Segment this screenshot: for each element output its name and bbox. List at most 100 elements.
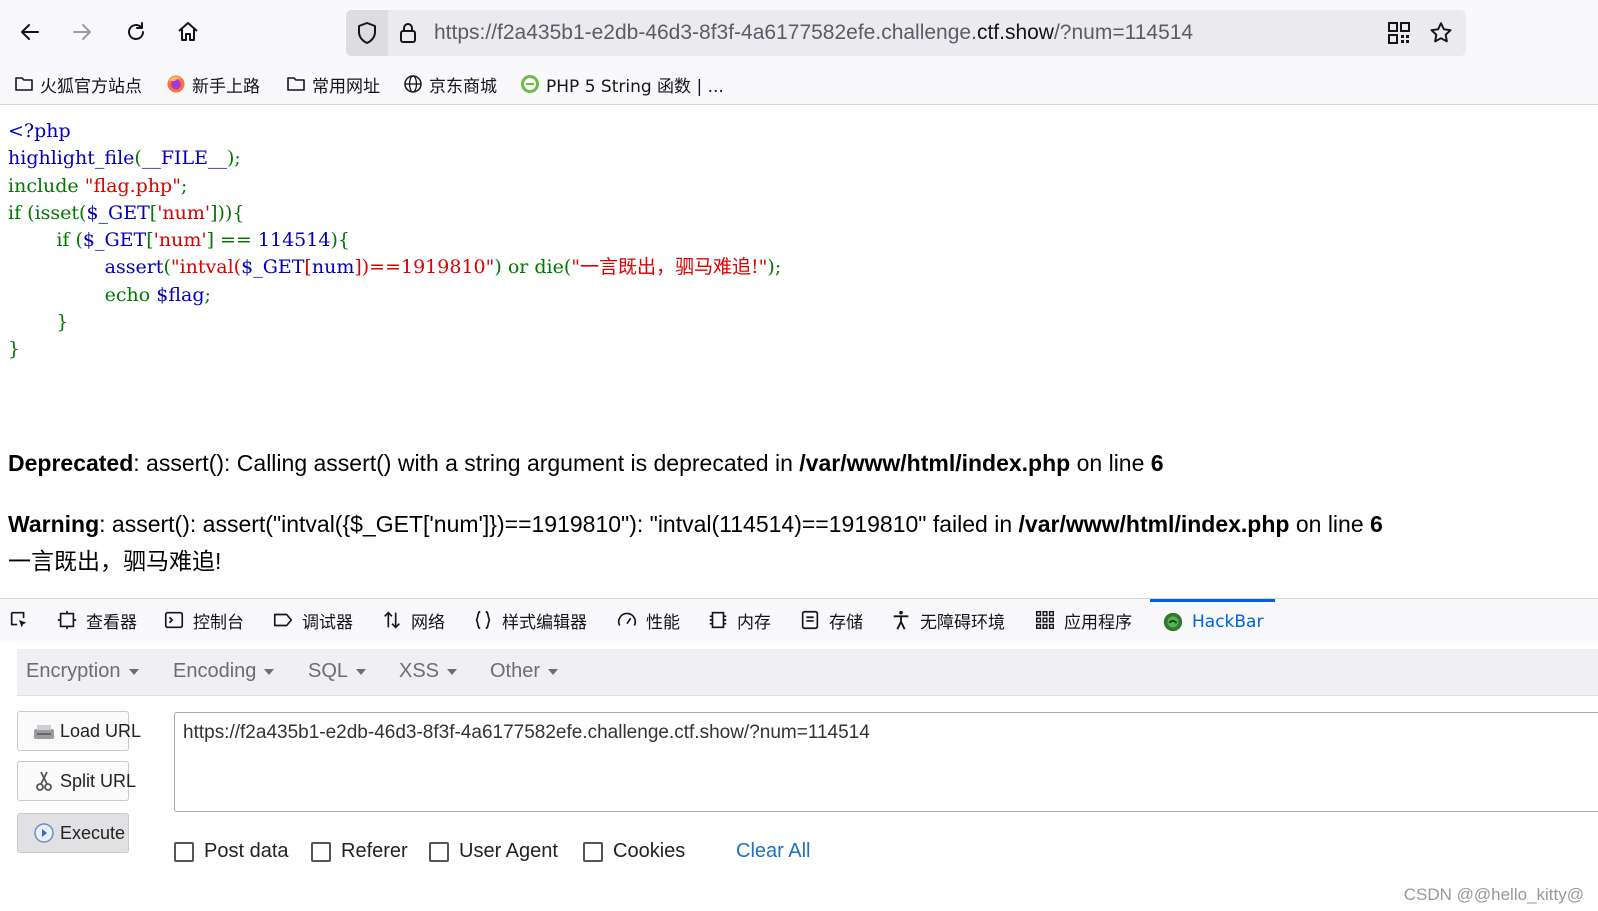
code-token: ( [75, 229, 83, 252]
referer-checkbox[interactable]: Referer [311, 840, 408, 863]
menu-xss[interactable]: XSS [399, 660, 458, 683]
globe-icon [404, 75, 422, 93]
post-data-checkbox[interactable]: Post data [174, 840, 289, 863]
arrow-right-icon [73, 24, 91, 40]
bookmark-item[interactable]: 新手上路 [166, 71, 260, 97]
lock-icon[interactable] [396, 21, 420, 45]
menu-encoding[interactable]: Encoding [173, 660, 275, 683]
deprecated-on-line: on line [1070, 450, 1151, 476]
element-picker-button[interactable] [8, 599, 30, 641]
chevron-down-icon [264, 668, 275, 675]
code-token: $_GET [241, 256, 305, 279]
tab-label: 样式编辑器 [502, 612, 587, 633]
tab-label: 应用程序 [1064, 612, 1132, 633]
tab-performance[interactable]: 性能 [616, 599, 680, 641]
deprecated-text: : assert(): Calling assert() with a stri… [133, 450, 800, 476]
code-token: ( [134, 147, 142, 170]
execute-button[interactable]: Execute [17, 813, 129, 853]
code-token: "intval( [170, 256, 242, 279]
load-url-label: Load URL [60, 720, 142, 741]
tab-label: 网络 [411, 612, 445, 633]
php-site-icon [521, 75, 539, 93]
bookmark-label: 常用网址 [312, 76, 380, 97]
clear-all-button[interactable]: Clear All [736, 840, 810, 863]
reload-button[interactable] [118, 14, 154, 50]
element-picker-icon [10, 611, 27, 628]
code-token: if [8, 229, 76, 252]
code-token: ])==1919810" [354, 256, 495, 279]
code-token: "一言既出，驷马难追!" [571, 256, 768, 279]
code-token: ( [163, 256, 171, 279]
tab-storage[interactable]: 存储 [799, 599, 863, 641]
cookies-checkbox[interactable]: Cookies [583, 840, 685, 863]
bookmark-item[interactable]: 京东商城 [403, 71, 497, 97]
tab-application[interactable]: 应用程序 [1034, 599, 1132, 641]
code-token: } [8, 338, 21, 361]
warning-label: Warning [8, 511, 100, 537]
load-url-button[interactable]: Load URL [17, 711, 141, 751]
qr-code-icon[interactable] [1388, 22, 1410, 44]
deprecated-file: /var/www/html/index.php [799, 450, 1071, 476]
menu-encryption[interactable]: Encryption [26, 660, 139, 683]
code-line: if ($_GET['num'] == 114514){ [8, 227, 781, 254]
hackbar-url-textarea[interactable]: https://f2a435b1-e2db-46d3-8f3f-4a617758… [174, 712, 1598, 812]
tab-label: HackBar [1192, 611, 1264, 632]
code-token: $flag [156, 283, 205, 306]
bookmark-item[interactable]: PHP 5 String 函数 | ... [520, 71, 724, 97]
hackbar-logo-icon [1163, 612, 1183, 631]
deprecated-line-number: 6 [1150, 450, 1164, 476]
code-line: include "flag.php"; [8, 173, 781, 200]
warning-message: Warning: assert(): assert("intval({$_GET… [8, 511, 1383, 538]
tracking-protection-button[interactable] [346, 10, 388, 56]
code-token: die [534, 256, 564, 279]
hackbar-menu: Encryption Encoding SQL XSS Other [17, 649, 1598, 696]
code-line: echo $flag; [8, 282, 781, 309]
code-line: <?php [8, 118, 781, 145]
bookmark-item[interactable]: 常用网址 [286, 71, 380, 97]
checkbox-box[interactable] [583, 841, 603, 862]
tab-debugger[interactable]: 调试器 [272, 599, 353, 641]
home-button[interactable] [170, 14, 206, 50]
url-text[interactable]: https://f2a435b1-e2db-46d3-8f3f-4a617758… [434, 21, 1193, 45]
back-button[interactable] [12, 14, 48, 50]
tab-accessibility[interactable]: 无障碍环境 [890, 599, 1005, 641]
code-token: __FILE__ [141, 147, 228, 170]
browser-toolbar: https://f2a435b1-e2db-46d3-8f3f-4a617758… [0, 0, 1598, 64]
code-token: $_GET [82, 229, 147, 252]
code-token: ])){ [210, 201, 245, 224]
reload-icon [128, 22, 144, 40]
code-line: highlight_file(__FILE__); [8, 145, 781, 172]
code-token: $_GET [86, 201, 150, 224]
load-url-icon [34, 725, 54, 739]
tab-memory[interactable]: 内存 [707, 599, 771, 641]
address-bar[interactable]: https://f2a435b1-e2db-46d3-8f3f-4a617758… [346, 10, 1466, 56]
code-line: } [8, 309, 781, 336]
code-token: include [8, 174, 85, 197]
code-token: 'num' [157, 201, 211, 224]
code-token: <?php [8, 120, 71, 142]
forward-button[interactable] [64, 14, 100, 50]
code-token: [ [304, 256, 312, 279]
execute-label: Execute [60, 822, 126, 843]
tab-label: 控制台 [193, 612, 244, 633]
menu-sql[interactable]: SQL [308, 660, 367, 683]
checkbox-box[interactable] [311, 841, 331, 862]
tab-network[interactable]: 网络 [381, 599, 445, 641]
checkbox-box[interactable] [174, 841, 194, 862]
tab-inspector[interactable]: 查看器 [56, 599, 137, 641]
bookmarks-bar: 火狐官方站点 新手上路 常用网址 京东商城 PHP 5 String 函数 | … [0, 64, 1598, 105]
tab-label: 无障碍环境 [920, 612, 1005, 633]
code-token: ); [767, 256, 782, 279]
chevron-down-icon [548, 668, 559, 675]
bookmark-star-icon[interactable] [1428, 20, 1454, 46]
checkbox-box[interactable] [429, 841, 449, 862]
chevron-down-icon [356, 668, 367, 675]
tab-label: 性能 [646, 612, 680, 633]
menu-other[interactable]: Other [490, 660, 559, 683]
tab-style-editor[interactable]: 样式编辑器 [472, 599, 587, 641]
bookmark-item[interactable]: 火狐官方站点 [14, 71, 142, 97]
tab-console[interactable]: 控制台 [163, 599, 244, 641]
tab-hackbar[interactable]: HackBar [1150, 599, 1276, 641]
user-agent-checkbox[interactable]: User Agent [429, 840, 558, 863]
split-url-button[interactable]: Split URL [17, 761, 136, 801]
